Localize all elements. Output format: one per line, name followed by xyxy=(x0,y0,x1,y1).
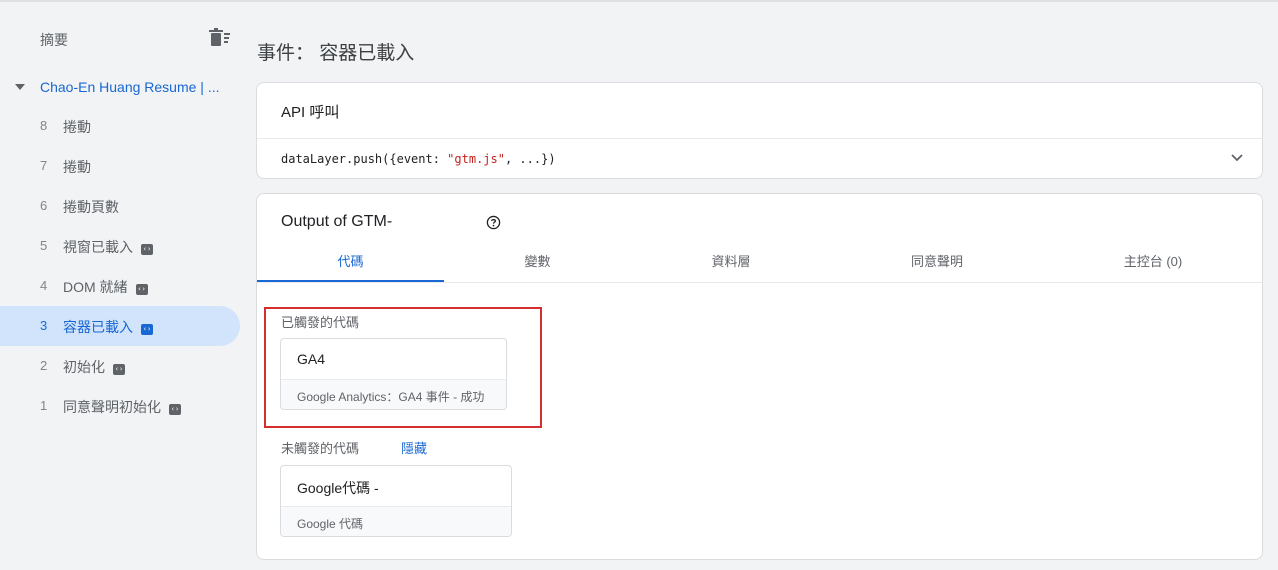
sidebar: 摘要 Chao-En Huang Resume | ... 8 捲動 7 捲動 6 捲動頁… xyxy=(0,2,244,570)
caret-down-icon[interactable] xyxy=(15,84,25,90)
event-label-text: 捲動 xyxy=(63,159,91,175)
tag-name: Google代碼 - xyxy=(297,480,379,496)
tab-variables[interactable]: 變數 xyxy=(444,244,631,282)
sidebar-event-item[interactable]: 6 捲動頁數 xyxy=(0,186,240,226)
summary-label: 摘要 xyxy=(40,32,68,48)
event-label-text: 容器已載入 xyxy=(63,319,133,335)
api-call-expander[interactable]: dataLayer.push({event: "gtm.js", ...}) xyxy=(257,139,1262,179)
event-number: 8 xyxy=(40,118,48,133)
sidebar-event-item[interactable]: 8 捲動 xyxy=(0,106,240,146)
tab-tags[interactable]: 代碼 xyxy=(257,244,444,282)
code-icon: ‹› xyxy=(141,324,153,335)
event-label: 視窗已載入 ‹› xyxy=(63,237,153,257)
event-number: 4 xyxy=(40,278,48,293)
sidebar-event-item[interactable]: 7 捲動 xyxy=(0,146,240,186)
event-label-text: 同意聲明初始化 xyxy=(63,399,161,415)
delete-sweep-icon[interactable] xyxy=(209,28,231,48)
tag-type-label: Google 代碼 xyxy=(297,517,364,531)
event-label: 容器已載入 ‹› xyxy=(63,317,153,337)
event-number: 5 xyxy=(40,238,48,253)
tag-type-label: Google Analytics：GA4 事件 - 成功 xyxy=(297,390,485,404)
output-card: Output of GTM- 代碼 變數 資料層 同意聲明 主控台 (0) 已觸… xyxy=(256,193,1263,560)
sidebar-event-item[interactable]: 2 初始化 ‹› xyxy=(0,346,240,386)
sidebar-event-item[interactable]: 4 DOM 就緒 ‹› xyxy=(0,266,240,306)
sidebar-event-item[interactable]: 1 同意聲明初始化 ‹› xyxy=(0,386,240,426)
event-label-text: DOM 就緒 xyxy=(63,279,128,295)
code-prefix: dataLayer.push({event: xyxy=(281,152,448,166)
code-icon: ‹› xyxy=(141,244,153,255)
code-icon: ‹› xyxy=(113,364,125,375)
tag-type: Google 代碼 xyxy=(281,506,511,536)
fired-tag-card[interactable]: GA4 Google Analytics：GA4 事件 - 成功 xyxy=(280,338,507,410)
container-name: Chao-En Huang Resume | ... xyxy=(40,79,220,95)
tab-data-layer[interactable]: 資料層 xyxy=(631,244,831,282)
sidebar-event-item[interactable]: 3 容器已載入 ‹› xyxy=(0,306,240,346)
event-number: 6 xyxy=(40,198,48,213)
output-title: Output of GTM- xyxy=(281,213,393,230)
container-item[interactable]: Chao-En Huang Resume | ... xyxy=(0,72,244,102)
tabs-divider xyxy=(257,282,1262,283)
hide-link[interactable]: 隱藏 xyxy=(401,438,427,457)
event-label-text: 捲動頁數 xyxy=(63,199,119,215)
sidebar-event-item[interactable]: 5 視窗已載入 ‹› xyxy=(0,226,240,266)
event-label: 捲動 xyxy=(63,157,91,177)
summary-row[interactable]: 摘要 xyxy=(0,22,244,54)
not-fired-tags-label: 未觸發的代碼 xyxy=(281,441,360,456)
tab-consent[interactable]: 同意聲明 xyxy=(831,244,1043,282)
code-icon: ‹› xyxy=(135,284,148,295)
api-call-code: dataLayer.push({event: "gtm.js", ...}) xyxy=(281,152,556,166)
code-string: "gtm.js" xyxy=(447,152,505,166)
event-label: 捲動頁數 xyxy=(63,197,119,217)
help-icon[interactable] xyxy=(486,215,501,230)
event-label-text: 初始化 xyxy=(63,359,105,375)
tag-type: Google Analytics：GA4 事件 - 成功 xyxy=(281,379,506,409)
event-number: 2 xyxy=(40,358,48,373)
event-number: 7 xyxy=(40,158,48,173)
code-suffix: , ...}) xyxy=(504,152,556,166)
page-title: 事件： 容器已載入 xyxy=(257,43,415,64)
code-icon: ‹› xyxy=(169,404,181,415)
api-call-card: API 呼叫 dataLayer.push({event: "gtm.js", … xyxy=(256,82,1263,179)
event-label: 捲動 xyxy=(63,117,91,137)
event-label: 初始化 ‹› xyxy=(63,357,125,377)
event-label-text: 視窗已載入 xyxy=(63,239,133,255)
event-label-text: 捲動 xyxy=(63,119,91,135)
event-number: 1 xyxy=(40,398,48,413)
tag-name: GA4 xyxy=(297,351,326,367)
tab-console[interactable]: 主控台 (0) xyxy=(1043,244,1263,282)
not-fired-tag-card[interactable]: Google代碼 - Google 代碼 xyxy=(280,465,512,537)
event-number: 3 xyxy=(40,318,48,333)
event-label: 同意聲明初始化 ‹› xyxy=(63,397,181,417)
chevron-down-icon[interactable] xyxy=(1230,151,1244,165)
api-call-title: API 呼叫 xyxy=(281,104,340,121)
output-tabs: 代碼 變數 資料層 同意聲明 主控台 (0) xyxy=(257,244,1262,282)
event-label: DOM 就緒 ‹› xyxy=(63,277,148,297)
fired-tags-label: 已觸發的代碼 xyxy=(281,315,360,330)
